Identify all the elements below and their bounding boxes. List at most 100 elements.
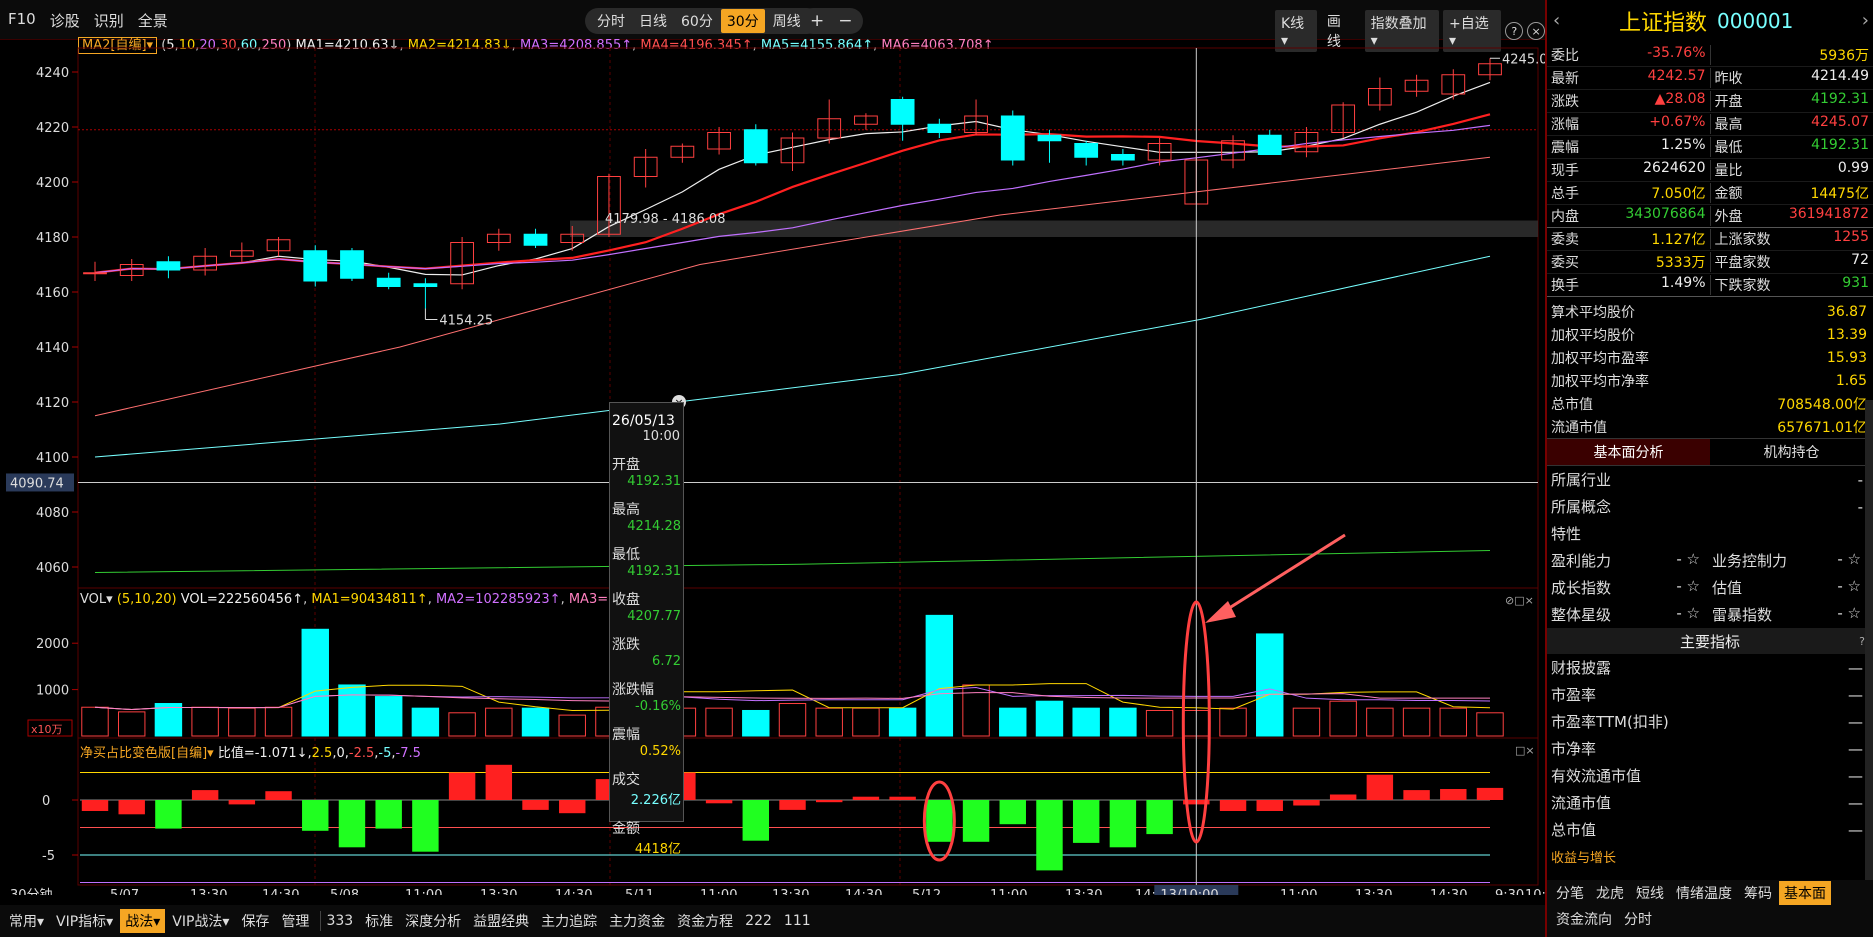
right-tab-5[interactable]: 筹码 [1739, 881, 1777, 905]
x-axis-label: 11:00 [405, 888, 442, 895]
menu-common[interactable]: 常用▾ [4, 909, 49, 933]
period-daily[interactable]: 日线 [633, 9, 673, 33]
candle [743, 124, 768, 166]
diagnose-button[interactable]: 诊股 [50, 10, 80, 31]
indicator-value: — [1848, 712, 1863, 731]
vol-unit-label: x10万 [31, 723, 63, 736]
quote-label: 量比 [1714, 163, 1743, 179]
menu-vip-strategy[interactable]: VIP战法▾ [167, 909, 234, 933]
right-tab-2[interactable]: 龙虎 [1591, 881, 1629, 905]
net-bar [1293, 800, 1320, 806]
fundamental-row: 加权平均市净率 1.65 [1547, 369, 1873, 392]
quote-value: -35.76% [1647, 45, 1706, 61]
quote-value: 1.49% [1661, 275, 1706, 291]
template-deep-analysis[interactable]: 深度分析 [400, 909, 466, 933]
quote-value: 343076864 [1625, 206, 1706, 222]
template-fund-equation[interactable]: 资金方程 [672, 909, 738, 933]
zoom-out-button[interactable]: − [838, 11, 852, 31]
tooltip-time: 10:00 [642, 429, 680, 444]
indicator-label: 市盈率TTM(扣非) [1551, 713, 1669, 731]
prev-stock-icon[interactable]: ‹ [1553, 10, 1560, 31]
feature-row: 特性 [1547, 520, 1873, 547]
template-main-funds[interactable]: 主力资金 [604, 909, 670, 933]
net-bars [80, 764, 1504, 883]
period-intraday[interactable]: 分时 [591, 9, 631, 33]
kline-chart[interactable]: 4240 4220 4200 4180 4160 4140 4120 4100 4080 4060… [0, 40, 1545, 895]
next-stock-icon[interactable]: › [1862, 10, 1869, 31]
right-tab-extra-2[interactable]: 分时 [1619, 907, 1657, 931]
candle-body [1000, 115, 1025, 161]
template-main-tracking[interactable]: 主力追踪 [536, 909, 602, 933]
star-icon[interactable]: ☆ [1687, 604, 1700, 622]
annotation-arrowhead [1205, 601, 1236, 623]
vol-tick-label: 2000 [36, 637, 69, 652]
ma5-line [94, 81, 1491, 276]
star-icon[interactable]: ☆ [1848, 577, 1861, 595]
zoom-in-button[interactable]: + [810, 11, 824, 31]
period-30min[interactable]: 30分 [720, 9, 765, 33]
vol-params: (5,10,20) [116, 592, 177, 607]
period-selector: 分时 日线 60分 30分 周线▾ [585, 8, 820, 34]
quote-row: 震幅 1.25% 最低 4192.31 [1547, 136, 1873, 159]
x-axis-label: 13:30 [480, 888, 517, 895]
quote-label: 震幅 [1551, 140, 1579, 156]
price-tick-label: 4220 [36, 121, 69, 136]
indicator-row: 流通市值 — [1547, 789, 1873, 816]
star-icon[interactable]: ☆ [1687, 550, 1700, 568]
indicator-row: 市盈率 — [1547, 681, 1873, 708]
right-tab-1[interactable]: 分笔 [1551, 881, 1589, 905]
help-icon[interactable]: ? [1505, 22, 1524, 40]
indicator-value: — [1848, 685, 1863, 704]
crosshair-price-label: 4090.74 [10, 476, 64, 491]
industry-row: 所属行业 - [1547, 466, 1873, 493]
indicator-label: 财报披露 [1551, 659, 1612, 677]
fundamental-value: 36.87 [1826, 303, 1867, 320]
star-icon[interactable]: ☆ [1848, 550, 1861, 568]
right-tab-3[interactable]: 短线 [1631, 881, 1669, 905]
template-111[interactable]: 111 [779, 911, 816, 931]
candle-body [890, 99, 915, 125]
tab-fundamental[interactable]: 基本面分析 [1547, 439, 1710, 465]
candle [780, 132, 805, 171]
period-60min[interactable]: 60分 [675, 9, 719, 33]
close-icon[interactable]: × [1527, 22, 1546, 40]
tab-institution[interactable]: 机构持仓 [1710, 439, 1873, 465]
candle [340, 248, 364, 281]
identify-button[interactable]: 识别 [94, 10, 124, 31]
net-indicator-selector[interactable]: 净买占比变色版[自编]▾ [80, 746, 214, 761]
quote-row: 涨幅 +0.67% 最高 4245.07 [1547, 113, 1873, 136]
right-tab-4[interactable]: 情绪温度 [1671, 881, 1737, 905]
template-222[interactable]: 222 [740, 911, 777, 931]
template-standard[interactable]: 标准 [360, 909, 398, 933]
fundamental-row: 流通市值 657671.01亿 [1547, 415, 1873, 438]
vol-panel-buttons: ⊘□× [1505, 594, 1534, 607]
net-level-3: -2.5 [348, 746, 375, 761]
panel-scrollbar[interactable] [1865, 400, 1873, 880]
quote-value: 7.050亿 [1651, 186, 1706, 202]
save-button[interactable]: 保存 [236, 909, 274, 933]
right-bottom-tabs: 分笔 龙虎 短线 情绪温度 筹码 基本面 资金流向 分时 [1547, 880, 1873, 937]
panorama-button[interactable]: 全景 [138, 10, 168, 31]
growth-link[interactable]: 收益与增长 [1547, 843, 1873, 870]
menu-strategy[interactable]: 战法▾ [120, 909, 166, 933]
manage-button[interactable]: 管理 [276, 909, 314, 933]
star-icon[interactable]: ☆ [1848, 604, 1861, 622]
star-icon[interactable]: ☆ [1687, 577, 1700, 595]
quote-row: 换手 1.49% 下跌家数 931 [1547, 274, 1873, 297]
net-tick-label: -5 [42, 849, 55, 864]
f10-button[interactable]: F10 [8, 10, 36, 31]
net-level-5: -7.5 [395, 746, 421, 761]
tooltip-open: 4192.31 [627, 474, 681, 489]
vol-indicator-selector[interactable]: VOL▾ [80, 592, 113, 607]
net-bar [1219, 800, 1247, 811]
template-333[interactable]: 333 [320, 911, 358, 931]
x-axis-label: 13:30 [1355, 888, 1392, 895]
fundamental-value: 708548.00亿 [1777, 396, 1867, 413]
indicator-label: 市盈率 [1551, 686, 1597, 704]
template-yimeng-classic[interactable]: 益盟经典 [468, 909, 534, 933]
right-tab-extra-1[interactable]: 资金流向 [1551, 907, 1617, 931]
right-tabs-row-2: 资金流向 分时 [1547, 906, 1873, 932]
right-tab-6[interactable]: 基本面 [1779, 881, 1831, 905]
quote-label: 平盘家数 [1714, 255, 1771, 271]
menu-vip-indicator[interactable]: VIP指标▾ [51, 909, 118, 933]
